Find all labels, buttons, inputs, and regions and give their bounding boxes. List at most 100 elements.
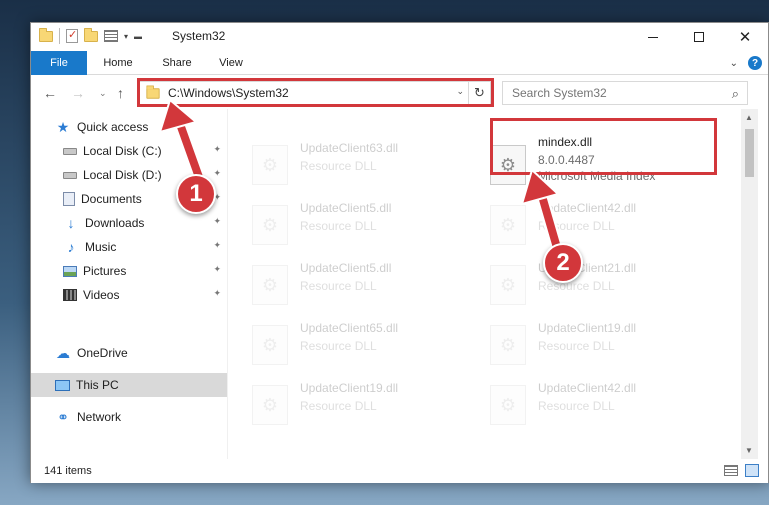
navigation-bar: ← → ⌄ ↑ C:\Windows\System32 ⌄ ↻ ⌕	[31, 75, 768, 109]
scroll-thumb[interactable]	[745, 129, 754, 177]
file-type: Resource DLL	[538, 219, 615, 233]
network-icon: ⚭	[57, 408, 69, 425]
sidebar-item-quick-access[interactable]: ★ Quick access	[55, 115, 251, 139]
chevron-down-icon[interactable]: ▾	[124, 32, 128, 41]
search-input[interactable]	[512, 86, 712, 100]
sidebar-item-label: Pictures	[83, 264, 127, 278]
list-item[interactable]: ⚙ UpdateClient5.dll Resource DLL	[228, 195, 458, 247]
file-name: UpdateClient65.dll	[300, 321, 399, 335]
file-type: Resource DLL	[538, 279, 615, 293]
help-icon[interactable]: ?	[748, 56, 762, 70]
scroll-down-icon[interactable]: ▼	[745, 446, 753, 455]
list-item[interactable]: ⚙ UpdateClient42.dll Resource DLL	[466, 195, 696, 247]
vertical-scrollbar[interactable]: ▲ ▼	[741, 109, 758, 459]
up-button[interactable]: ↑	[117, 85, 124, 101]
status-bar: 141 items	[31, 459, 768, 483]
file-type: Resource DLL	[300, 399, 377, 413]
download-icon: ↓	[67, 215, 75, 231]
pin-icon: ✦	[213, 240, 221, 250]
pin-icon: ✦	[213, 168, 221, 178]
sidebar-item-label: Music	[85, 240, 117, 254]
file-name: UpdateClient5.dll	[300, 201, 392, 215]
back-button[interactable]: ←	[43, 85, 57, 101]
sidebar-item-pictures[interactable]: Pictures ✦	[63, 259, 227, 283]
file-type: Resource DLL	[300, 339, 377, 353]
close-button[interactable]: ✕	[722, 23, 768, 51]
tab-share[interactable]: Share	[151, 51, 203, 75]
sidebar-item-label: Downloads	[85, 216, 145, 230]
dll-file-icon: ⚙	[490, 205, 526, 245]
file-list: ⚙ UpdateClient63.dll Resource DLL ⚙ mind…	[227, 109, 741, 459]
music-icon: ♪	[67, 239, 75, 255]
expand-ribbon-icon[interactable]: ⌄	[730, 58, 738, 69]
file-type: Resource DLL	[300, 219, 377, 233]
list-item[interactable]: ⚙ UpdateClient65.dll Resource DLL	[228, 315, 458, 367]
minimize-button[interactable]	[630, 23, 676, 51]
list-item[interactable]: ⚙ UpdateClient5.dll Resource DLL	[228, 255, 458, 307]
sidebar-item-videos[interactable]: Videos ✦	[63, 283, 227, 307]
explorer-window: ▾ ▬ System32 ✕ File Home Share View ⌄ ? …	[30, 22, 769, 483]
file-highlight-box	[490, 118, 717, 175]
file-type: Resource DLL	[538, 399, 615, 413]
pin-icon: ✦	[213, 216, 221, 226]
recent-locations-icon[interactable]: ⌄	[99, 88, 107, 99]
forward-button[interactable]: →	[71, 85, 85, 101]
file-name: UpdateClient19.dll	[300, 381, 399, 395]
sidebar-item-onedrive[interactable]: ☁ OneDrive	[55, 341, 227, 365]
tab-view[interactable]: View	[207, 51, 255, 75]
dll-file-icon: ⚙	[252, 385, 288, 425]
dll-file-icon: ⚙	[252, 265, 288, 305]
new-folder-icon[interactable]	[84, 27, 98, 42]
maximize-icon	[694, 32, 704, 42]
dll-file-icon: ⚙	[490, 265, 526, 305]
minimize-icon	[648, 36, 658, 38]
properties-icon[interactable]	[66, 28, 78, 43]
view-options-icon[interactable]	[104, 30, 118, 42]
sidebar-item-network[interactable]: ⚭ Network	[55, 405, 227, 429]
sidebar-item-music[interactable]: ♪ Music ✦	[63, 235, 227, 259]
navigation-pane: ★ Quick access Local Disk (C:) ✦ Local D…	[31, 109, 227, 459]
toolbar-divider	[59, 28, 60, 44]
customize-toolbar-icon[interactable]: ▬	[134, 32, 142, 41]
list-item[interactable]: ⚙ UpdateClient42.dll Resource DLL	[466, 375, 696, 427]
step-1-badge: 1	[176, 174, 216, 214]
search-icon[interactable]: ⌕	[732, 86, 739, 102]
scroll-up-icon[interactable]: ▲	[745, 113, 753, 122]
sidebar-item-this-pc[interactable]: This PC	[31, 373, 227, 397]
pin-icon: ✦	[213, 264, 221, 274]
file-name: UpdateClient5.dll	[300, 261, 392, 275]
tab-home[interactable]: Home	[89, 51, 147, 75]
sidebar-item-label: Network	[77, 410, 122, 424]
details-view-icon[interactable]	[724, 465, 738, 476]
close-icon: ✕	[738, 29, 752, 46]
list-item[interactable]: ⚙ UpdateClient63.dll Resource DLL	[228, 135, 458, 187]
disk-icon	[63, 147, 77, 155]
window-title: System32	[172, 29, 226, 43]
search-box[interactable]: ⌕	[502, 81, 748, 105]
sidebar-item-label: This PC	[76, 378, 119, 392]
disk-icon	[63, 171, 77, 179]
dll-file-icon: ⚙	[252, 325, 288, 365]
file-name: UpdateClient63.dll	[300, 141, 399, 155]
file-name: UpdateClient19.dll	[538, 321, 637, 335]
address-highlight-box	[137, 78, 494, 107]
sidebar-item-downloads[interactable]: ↓ Downloads ✦	[63, 211, 227, 235]
sidebar-item-label: Videos	[83, 288, 120, 302]
file-name: UpdateClient42.dll	[538, 381, 637, 395]
sidebar-item-label: Local Disk (D:)	[83, 168, 162, 182]
document-icon	[63, 192, 75, 206]
sidebar-item-local-disk-c[interactable]: Local Disk (C:) ✦	[63, 139, 227, 163]
list-item[interactable]: ⚙ UpdateClient19.dll Resource DLL	[466, 315, 696, 367]
tab-file[interactable]: File	[31, 51, 87, 75]
maximize-button[interactable]	[676, 23, 722, 51]
video-icon	[63, 289, 77, 301]
ribbon: File Home Share View ⌄ ?	[31, 51, 768, 75]
list-item[interactable]: ⚙ UpdateClient19.dll Resource DLL	[228, 375, 458, 427]
pin-icon: ✦	[213, 144, 221, 154]
star-icon: ★	[56, 118, 70, 135]
dll-file-icon: ⚙	[490, 385, 526, 425]
cloud-icon: ☁	[56, 344, 70, 361]
dll-file-icon: ⚙	[490, 325, 526, 365]
tiles-view-icon[interactable]	[745, 464, 759, 477]
pin-icon: ✦	[213, 288, 221, 298]
